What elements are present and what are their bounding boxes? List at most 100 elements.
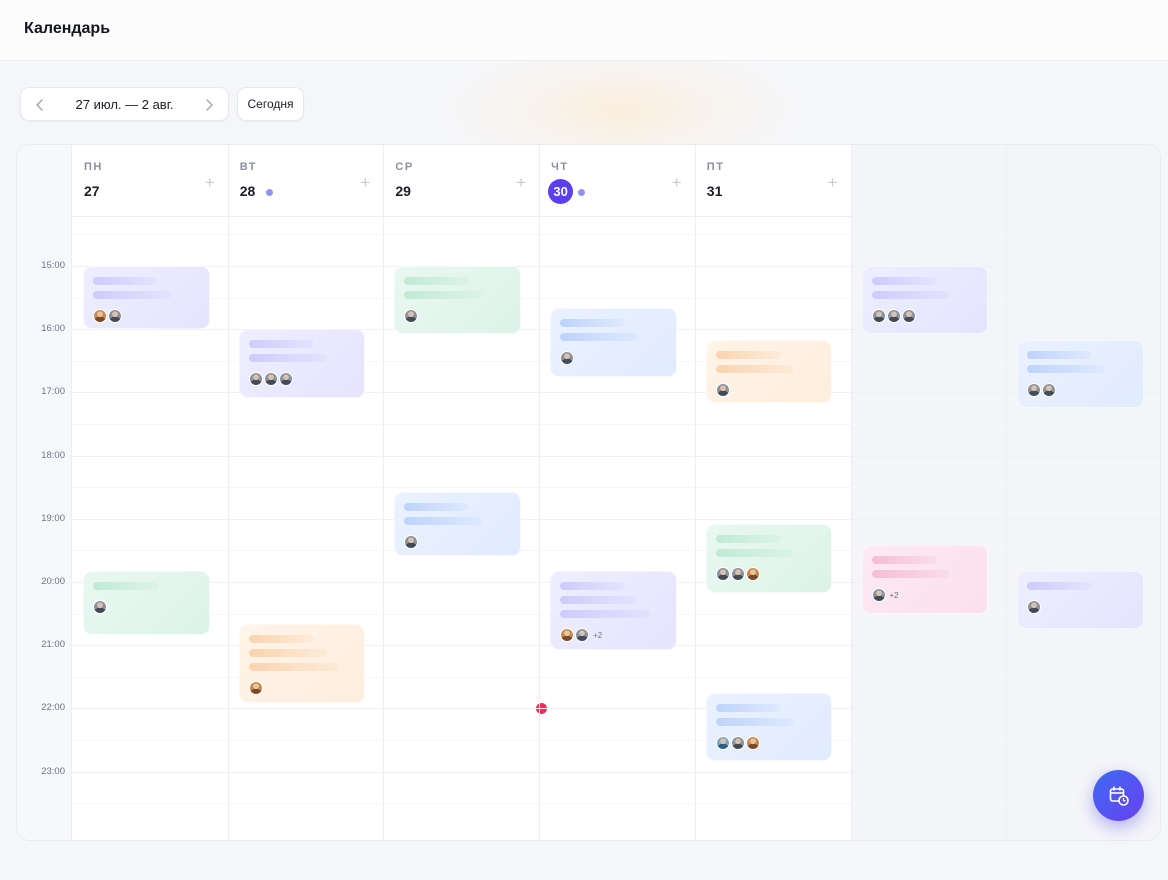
event-title-placeholder: [715, 717, 794, 726]
day-header-28: ВТ 28 +: [228, 145, 384, 217]
avatar: [108, 309, 122, 323]
avatar: [730, 567, 745, 582]
event-card[interactable]: [705, 524, 833, 593]
time-label: 20:00: [41, 576, 65, 587]
event-title-placeholder: [248, 663, 339, 672]
event-card[interactable]: [394, 266, 522, 335]
avatar: [93, 600, 107, 615]
avatar: [560, 351, 575, 366]
event-title-placeholder: [871, 291, 950, 299]
event-card[interactable]: [705, 339, 833, 403]
event-title-placeholder: [1027, 350, 1093, 359]
day-column-divider: [850, 145, 852, 840]
event-title-placeholder: [248, 354, 327, 363]
chevron-right-icon[interactable]: [192, 88, 226, 122]
attendee-avatars: [715, 567, 761, 582]
event-card[interactable]: [238, 624, 366, 704]
event-card[interactable]: [394, 492, 522, 556]
attendee-avatars: [715, 735, 761, 750]
add-event-button[interactable]: [1093, 770, 1144, 821]
attendee-avatars: [1027, 382, 1057, 397]
event-card[interactable]: [83, 266, 210, 330]
time-label: 21:00: [41, 639, 65, 651]
event-title-placeholder: [248, 635, 314, 644]
chevron-left-icon[interactable]: [23, 88, 57, 122]
event-title-placeholder: [560, 333, 639, 342]
attendee-avatars: [93, 309, 123, 323]
day-number[interactable]: 31: [707, 183, 723, 199]
day-column-divider: [227, 145, 229, 840]
hour-gridline: [72, 771, 1160, 773]
half-hour-gridline: [72, 676, 1160, 678]
time-label: 23:00: [41, 765, 65, 777]
event-card[interactable]: [861, 266, 989, 335]
avatar: [560, 628, 575, 643]
event-card[interactable]: [705, 692, 833, 762]
event-card[interactable]: [83, 571, 210, 635]
avatar: [715, 382, 730, 397]
attendee-avatars: [871, 309, 917, 323]
hour-gridline: [72, 708, 1160, 710]
plus-icon[interactable]: +: [672, 173, 682, 193]
event-title-placeholder: [404, 503, 470, 512]
day-number[interactable]: 29: [395, 183, 411, 199]
event-title-placeholder: [715, 703, 781, 712]
attendee-avatars: [715, 382, 731, 397]
attendee-avatars: [404, 535, 419, 550]
event-title-placeholder: [404, 277, 470, 285]
time-label: 18:00: [41, 449, 65, 461]
day-number[interactable]: 28: [240, 183, 256, 199]
avatar: [248, 372, 263, 387]
event-card[interactable]: +2: [550, 571, 677, 651]
plus-icon[interactable]: +: [827, 173, 837, 193]
day-column-divider: [1006, 145, 1008, 840]
attendee-avatars: [1027, 600, 1042, 615]
attendee-avatars: [93, 600, 108, 615]
day-of-week-label: СР: [395, 161, 414, 173]
top-bar: Календарь: [0, 0, 1168, 61]
event-title-placeholder: [715, 364, 794, 373]
event-title-placeholder: [560, 582, 626, 591]
calendar-clock-icon: [1109, 785, 1129, 806]
event-card[interactable]: +2: [861, 545, 989, 614]
page-title: Календарь: [24, 20, 111, 37]
attendee-avatars: [248, 372, 294, 387]
event-title-placeholder: [248, 649, 327, 658]
event-card[interactable]: [238, 329, 366, 398]
avatar: [1027, 382, 1042, 397]
avatar: [248, 681, 263, 696]
event-card[interactable]: [1017, 339, 1144, 409]
avatar: [745, 735, 760, 750]
plus-icon[interactable]: +: [516, 173, 526, 193]
event-card[interactable]: [550, 308, 677, 377]
event-title-placeholder: [248, 340, 314, 349]
event-title-placeholder: [1027, 582, 1093, 591]
event-card[interactable]: [1017, 571, 1144, 630]
event-title-placeholder: [404, 517, 483, 526]
avatar: [730, 735, 745, 750]
extra-attendees-count: +2: [593, 630, 603, 640]
today-date-badge[interactable]: 30: [548, 179, 574, 204]
plus-icon[interactable]: +: [205, 173, 215, 193]
attendee-avatars: +2: [871, 588, 899, 603]
event-title-placeholder: [560, 319, 626, 328]
attendee-avatars: [560, 351, 575, 366]
today-button[interactable]: Сегодня: [237, 87, 304, 121]
day-of-week-label: ПН: [84, 161, 103, 173]
half-hour-gridline: [72, 487, 1160, 489]
attendee-avatars: [404, 309, 419, 323]
avatar: [263, 372, 278, 387]
hour-gridline: [72, 455, 1160, 457]
hour-gridline: [72, 266, 1160, 267]
day-header-30: ЧТ 30 +: [539, 145, 695, 217]
avatar: [871, 309, 886, 323]
event-title-placeholder: [560, 610, 651, 619]
day-header-27: ПН 27 +: [72, 145, 228, 217]
day-number[interactable]: 27: [84, 183, 100, 199]
event-title-placeholder: [560, 596, 639, 605]
plus-icon[interactable]: +: [360, 173, 370, 193]
event-title-placeholder: [715, 350, 781, 359]
event-title-placeholder: [871, 570, 950, 579]
weekend-column-bg: [1006, 145, 1160, 840]
event-indicator-dot: [578, 189, 586, 196]
